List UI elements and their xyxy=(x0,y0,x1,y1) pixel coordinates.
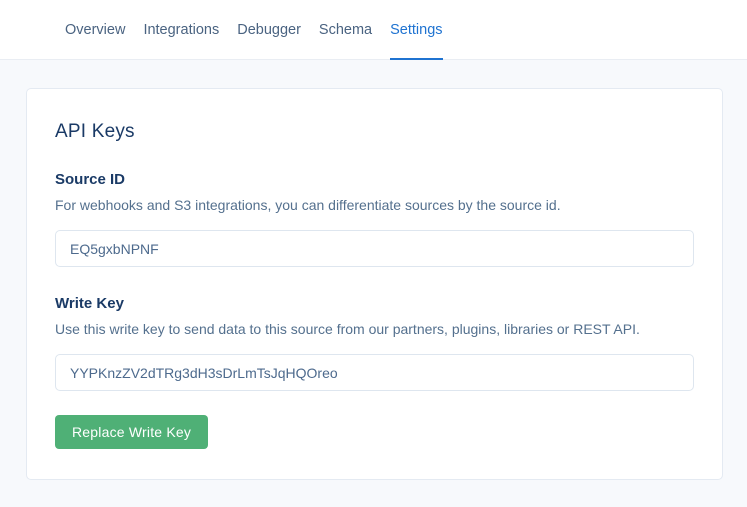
tab-settings[interactable]: Settings xyxy=(390,0,442,59)
source-id-input[interactable] xyxy=(55,230,694,267)
tab-overview[interactable]: Overview xyxy=(65,0,125,59)
api-keys-card: API Keys Source ID For webhooks and S3 i… xyxy=(26,88,723,480)
source-id-description: For webhooks and S3 integrations, you ca… xyxy=(55,197,694,213)
write-key-section: Write Key Use this write key to send dat… xyxy=(55,295,694,391)
tab-debugger[interactable]: Debugger xyxy=(237,0,301,59)
tab-schema[interactable]: Schema xyxy=(319,0,372,59)
write-key-input[interactable] xyxy=(55,354,694,391)
top-navigation: Overview Integrations Debugger Schema Se… xyxy=(0,0,747,60)
write-key-description: Use this write key to send data to this … xyxy=(55,321,694,337)
tab-integrations[interactable]: Integrations xyxy=(143,0,219,59)
card-title: API Keys xyxy=(55,121,694,143)
source-id-section: Source ID For webhooks and S3 integratio… xyxy=(55,171,694,267)
source-id-label: Source ID xyxy=(55,171,694,188)
write-key-label: Write Key xyxy=(55,295,694,312)
replace-write-key-button[interactable]: Replace Write Key xyxy=(55,415,208,449)
